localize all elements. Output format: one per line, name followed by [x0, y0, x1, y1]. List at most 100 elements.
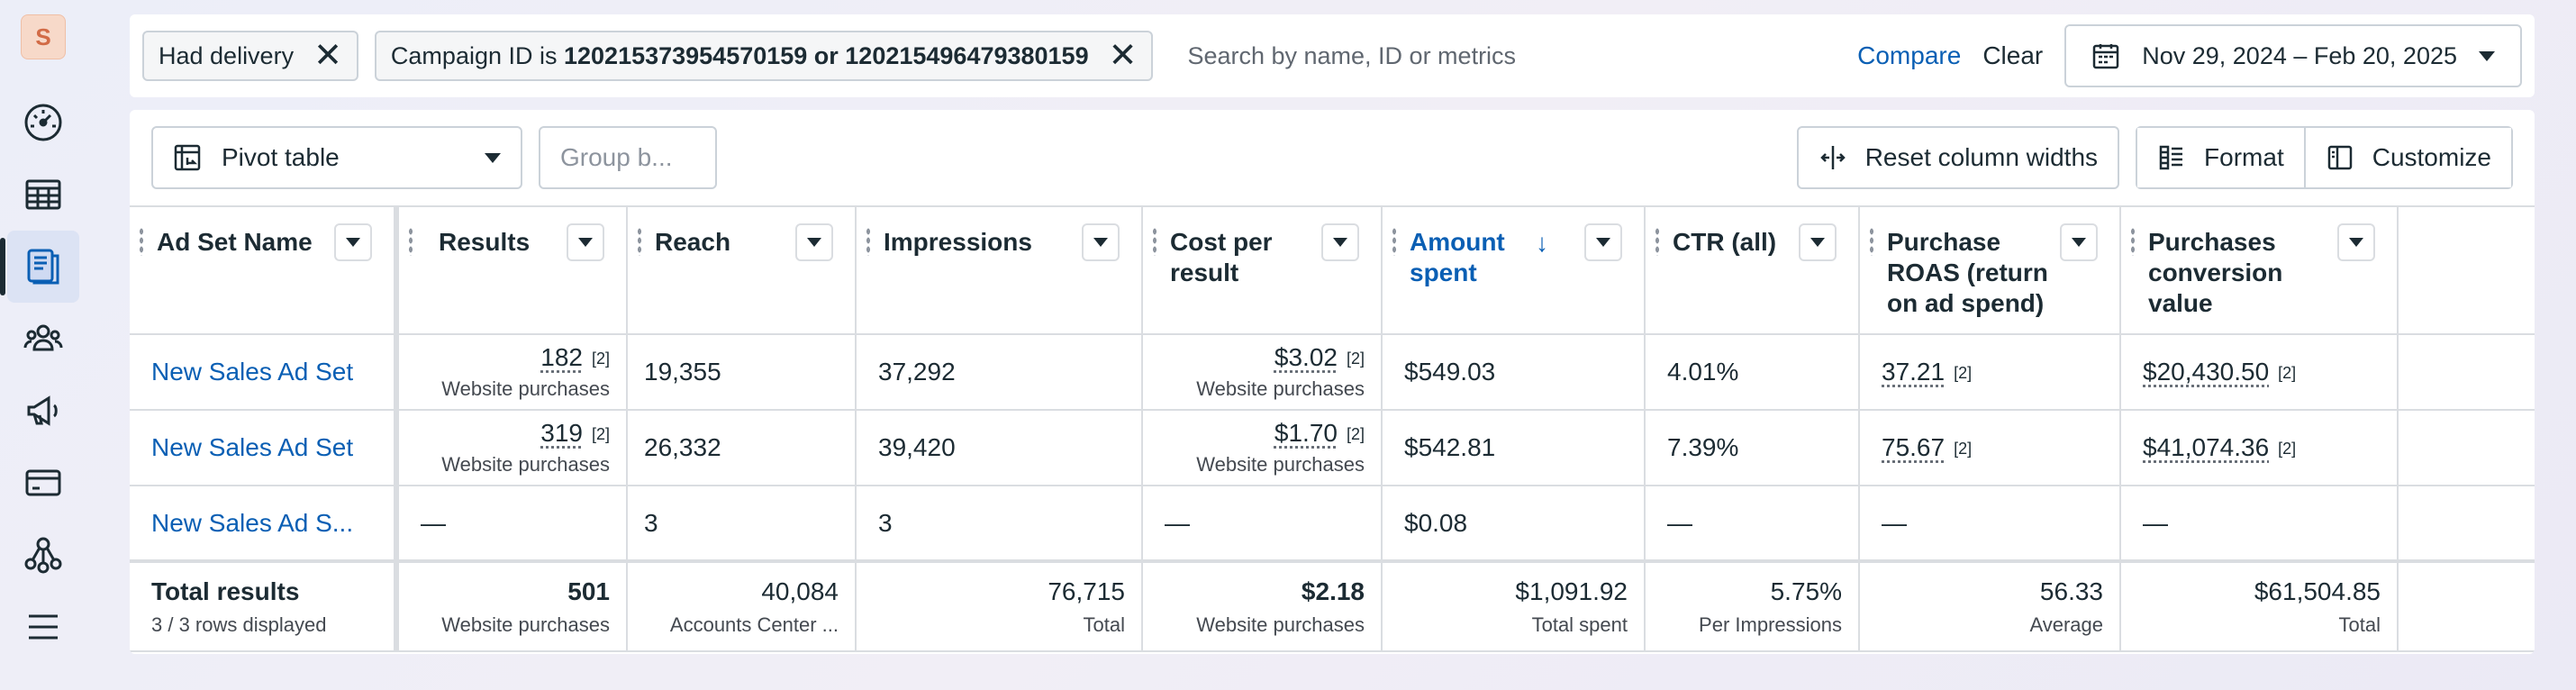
totals-impressions-subtitle: Total: [1083, 613, 1125, 636]
totals-spent-value: $1,091.92: [1515, 577, 1628, 605]
column-menu-button[interactable]: [2060, 223, 2098, 261]
results-cell: 182 [2] Website purchases: [396, 334, 628, 411]
audience-people-icon[interactable]: [7, 303, 79, 375]
group-by-label: Group b...: [560, 143, 673, 171]
format-customize-group: Format Customize: [2136, 126, 2513, 189]
cost-per-result-cell: $1.70 [2] Website purchases: [1142, 410, 1383, 486]
totals-conv-cell: $61,504.85 Total: [2120, 559, 2399, 652]
footnote-marker: [2]: [2278, 440, 2297, 458]
close-icon[interactable]: ✕: [313, 39, 342, 73]
conversion-value-cell: $41,074.36 [2]: [2120, 410, 2399, 486]
format-button[interactable]: Format: [2137, 128, 2304, 187]
dashboard-gauge-icon[interactable]: [7, 86, 79, 159]
drag-handle-icon[interactable]: [1152, 227, 1157, 256]
impressions-cell: 3: [856, 486, 1143, 562]
table-row: New Sales Ad S... — 3 3 — $0.08 — — —: [130, 486, 2535, 562]
totals-impressions-cell: 76,715 Total: [856, 559, 1143, 652]
column-menu-button[interactable]: [795, 223, 833, 261]
date-range-label: Nov 29, 2024 – Feb 20, 2025: [2142, 41, 2457, 69]
results-value[interactable]: 319: [540, 419, 583, 447]
table-header-row: Ad Set Name Results Reach Impressions Co…: [130, 205, 2535, 335]
menu-hamburger-icon[interactable]: [7, 591, 79, 663]
totals-conv-value: $61,504.85: [2254, 577, 2381, 605]
roas-cell: 37.21 [2]: [1859, 334, 2121, 411]
ad-set-name-link[interactable]: New Sales Ad S...: [130, 486, 399, 562]
footnote-marker: [2]: [1954, 364, 1973, 383]
footnote-marker: [2]: [1346, 425, 1365, 444]
filter-chip-value: 120215373954570159 or 120215496479380159: [564, 41, 1089, 69]
drag-handle-icon[interactable]: [1655, 227, 1660, 256]
column-header-impressions[interactable]: Impressions: [856, 205, 1143, 335]
footnote-marker: [2]: [1954, 440, 1973, 458]
totals-cpr-cell: $2.18 Website purchases: [1142, 559, 1383, 652]
results-value[interactable]: 182: [540, 343, 583, 371]
column-menu-button[interactable]: [1799, 223, 1837, 261]
billing-card-icon[interactable]: [7, 447, 79, 519]
ads-manager-icon[interactable]: [0, 231, 79, 303]
cpr-subtitle: Website purchases: [1196, 377, 1365, 400]
column-menu-button[interactable]: [1584, 223, 1622, 261]
results-cell: —: [396, 486, 628, 562]
totals-roas-subtitle: Average: [2029, 613, 2103, 636]
column-header-amount-spent[interactable]: Amount spent ↓: [1382, 205, 1646, 335]
amount-spent-cell: $0.08: [1382, 486, 1646, 562]
table-grid-icon[interactable]: [7, 159, 79, 231]
drag-handle-icon[interactable]: [1392, 227, 1397, 256]
format-label: Format: [2204, 143, 2284, 171]
pivot-table-dropdown[interactable]: Pivot table: [151, 126, 522, 189]
drag-handle-icon[interactable]: [408, 227, 413, 256]
drag-handle-icon[interactable]: [637, 227, 642, 256]
reset-column-widths-button[interactable]: Reset column widths: [1796, 126, 2120, 189]
totals-cpr-subtitle: Website purchases: [1196, 613, 1365, 636]
column-menu-button[interactable]: [2337, 223, 2375, 261]
column-menu-button[interactable]: [1082, 223, 1120, 261]
filter-chip-delivery[interactable]: Had delivery ✕: [142, 31, 358, 81]
column-header-ad-set-name[interactable]: Ad Set Name: [130, 205, 399, 335]
totals-spent-cell: $1,091.92 Total spent: [1382, 559, 1646, 652]
column-menu-button[interactable]: [1321, 223, 1359, 261]
column-header-results[interactable]: Results: [396, 205, 628, 335]
column-header-cost-per-result[interactable]: Cost per result: [1142, 205, 1383, 335]
cpr-value[interactable]: $3.02: [1274, 343, 1338, 371]
megaphone-icon[interactable]: [7, 375, 79, 447]
empty-cell: [2398, 559, 2535, 652]
totals-subtitle: 3 / 3 rows displayed: [151, 613, 327, 636]
group-by-button[interactable]: Group b...: [539, 126, 717, 189]
column-menu-button[interactable]: [567, 223, 604, 261]
conversion-value[interactable]: $41,074.36: [2143, 433, 2269, 461]
caret-down-icon: [2479, 50, 2495, 61]
filter-chip-campaign-id[interactable]: Campaign ID is 120215373954570159 or 120…: [374, 31, 1154, 81]
column-header-purchases-conversion-value[interactable]: Purchases conversion value: [2120, 205, 2399, 335]
totals-reach-cell: 40,084 Accounts Center ...: [627, 559, 857, 652]
roas-value[interactable]: 37.21: [1882, 358, 1945, 386]
clear-link[interactable]: Clear: [1982, 41, 2043, 70]
drag-handle-icon[interactable]: [1869, 227, 1874, 256]
close-icon[interactable]: ✕: [1109, 39, 1138, 73]
conversion-value[interactable]: $20,430.50: [2143, 358, 2269, 386]
compare-link[interactable]: Compare: [1857, 41, 1961, 70]
search-input[interactable]: Search by name, ID or metrics: [1169, 42, 1857, 70]
results-table: Ad Set Name Results Reach Impressions Co…: [130, 205, 2535, 652]
drag-handle-icon[interactable]: [866, 227, 871, 256]
reach-cell: 26,332: [627, 410, 857, 486]
cpr-value[interactable]: $1.70: [1274, 419, 1338, 447]
sort-descending-icon: ↓: [1536, 229, 1548, 257]
column-menu-button[interactable]: [334, 223, 372, 261]
drag-handle-icon[interactable]: [2130, 227, 2136, 256]
customize-button[interactable]: Customize: [2303, 128, 2511, 187]
roas-value[interactable]: 75.67: [1882, 433, 1945, 461]
network-nodes-icon[interactable]: [7, 519, 79, 591]
date-range-picker[interactable]: Nov 29, 2024 – Feb 20, 2025: [2064, 24, 2522, 87]
roas-cell: 75.67 [2]: [1859, 410, 2121, 486]
reset-label: Reset column widths: [1864, 143, 2099, 171]
caret-down-icon: [485, 152, 501, 163]
column-header-reach[interactable]: Reach: [627, 205, 857, 335]
reach-cell: 3: [627, 486, 857, 562]
account-avatar[interactable]: S: [21, 14, 66, 59]
drag-handle-icon[interactable]: [139, 227, 144, 256]
ad-set-name-link[interactable]: New Sales Ad Set: [130, 410, 399, 486]
column-header-purchase-roas[interactable]: Purchase ROAS (return on ad spend): [1859, 205, 2121, 335]
column-header-ctr[interactable]: CTR (all): [1645, 205, 1860, 335]
ad-set-name-link[interactable]: New Sales Ad Set: [130, 334, 399, 411]
results-subtitle: Website purchases: [441, 377, 610, 400]
